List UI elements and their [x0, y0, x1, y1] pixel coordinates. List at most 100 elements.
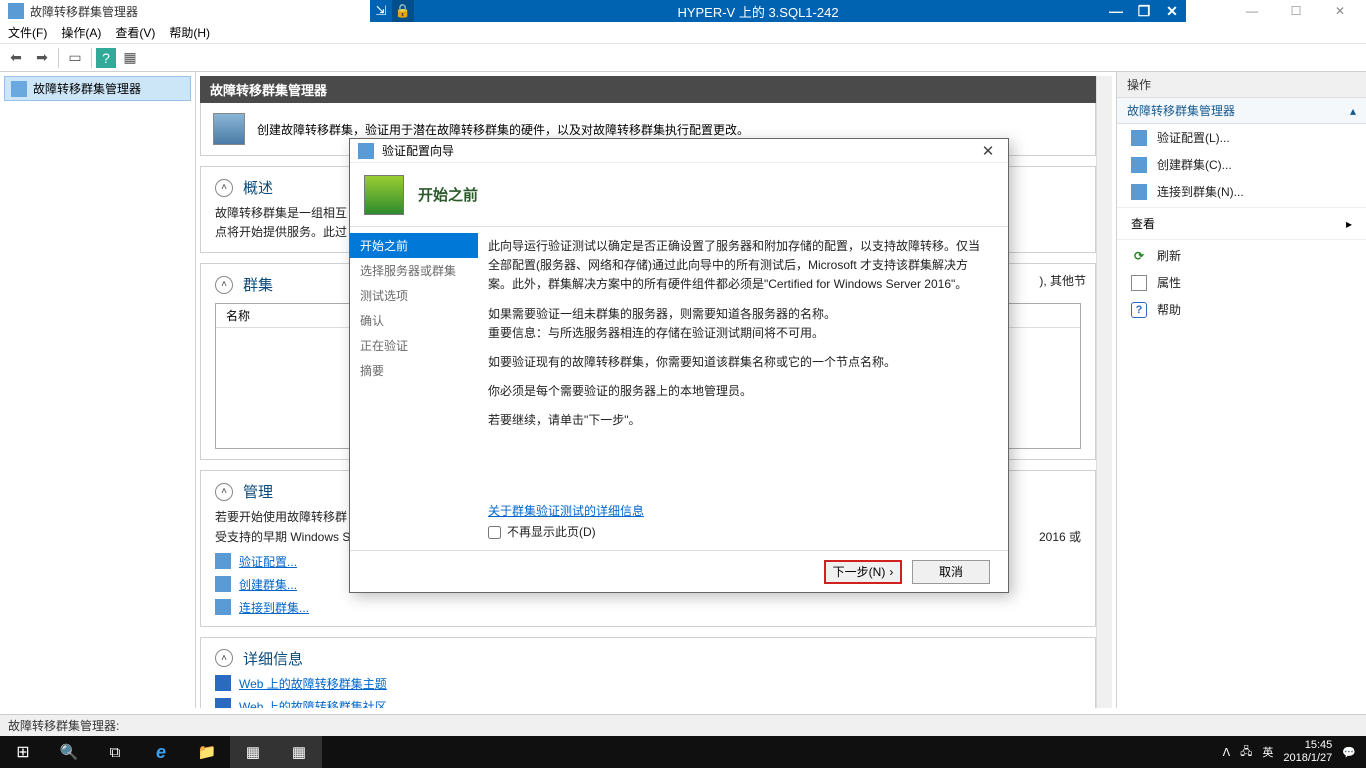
wizard-step-before[interactable]: 开始之前 [350, 233, 478, 258]
details-section: ˄ 详细信息 Web 上的故障转移群集主题 Web 上的故障转移群集社区 [200, 637, 1096, 708]
vm-max-button[interactable]: ❐ [1130, 3, 1158, 20]
action-view[interactable]: 查看▸ [1117, 210, 1366, 237]
outer-min-button[interactable]: — [1230, 4, 1274, 18]
tray-date: 2018/1/27 [1283, 752, 1332, 765]
outer-close-button[interactable]: ✕ [1318, 4, 1362, 18]
menu-help[interactable]: 帮助(H) [169, 24, 210, 41]
actions-subheader: 故障转移群集管理器 ▴ [1117, 98, 1366, 124]
action-connect[interactable]: 连接到群集(N)... [1117, 178, 1366, 205]
tray-up-icon[interactable]: ᐱ [1223, 746, 1231, 759]
taskbar: ⊞ 🔍 ⧉ e 📁 ▦ ▦ ᐱ 🖧 英 15:45 2018/1/27 💬 [0, 736, 1366, 768]
tree-root-item[interactable]: 故障转移群集管理器 [4, 76, 191, 101]
connect-icon [1131, 184, 1147, 200]
toolbar-separator [58, 48, 59, 68]
tray-network-icon[interactable]: 🖧 [1240, 743, 1252, 762]
taskbar-app2-button[interactable]: ▦ [276, 736, 322, 768]
validate-icon [1131, 130, 1147, 146]
wizard-banner-icon [364, 175, 404, 215]
wizard-p1: 此向导运行验证测试以确定是否正确设置了服务器和附加存储的配置，以支持故障转移。仅… [488, 237, 990, 295]
collapse-icon[interactable]: ˄ [215, 276, 233, 294]
tray-ime-indicator[interactable]: 英 [1262, 744, 1273, 760]
menu-action[interactable]: 操作(A) [61, 24, 101, 41]
toolbar-refresh-button[interactable]: ▦ [118, 46, 142, 70]
link-web-community[interactable]: Web 上的故障转移群集社区 [215, 698, 1081, 708]
link-connect-cluster[interactable]: 连接到群集... [215, 599, 1081, 616]
manage-tail: 2016 或 [1039, 528, 1081, 547]
content-scrollbar[interactable] [1096, 76, 1112, 708]
taskbar-search-button[interactable]: 🔍 [46, 736, 92, 768]
outer-max-button[interactable]: ☐ [1274, 4, 1318, 18]
action-validate[interactable]: 验证配置(L)... [1117, 124, 1366, 151]
vm-pin-icon[interactable]: ⇲ [370, 0, 392, 22]
link-web-community-label: Web 上的故障转移群集社区 [239, 698, 387, 708]
toolbar-forward-button[interactable]: ➡ [30, 46, 54, 70]
wizard-dont-show-checkbox[interactable] [488, 526, 501, 539]
action-properties-label: 属性 [1157, 274, 1181, 291]
wizard-more-link[interactable]: 关于群集验证测试的详细信息 [488, 504, 644, 518]
wizard-step-validating[interactable]: 正在验证 [350, 333, 478, 358]
action-help[interactable]: ?帮助 [1117, 296, 1366, 323]
taskbar-taskview-button[interactable]: ⧉ [92, 736, 138, 768]
chevron-right-icon: › [889, 565, 893, 579]
wizard-title: 验证配置向导 [382, 142, 454, 159]
vm-titlebar: 故障转移群集管理器 ⇲ 🔒 HYPER-V 上的 3.SQL1-242 — ❐ … [0, 0, 1186, 22]
vm-close-button[interactable]: ✕ [1158, 3, 1186, 20]
wizard-step-summary[interactable]: 摘要 [350, 358, 478, 383]
manage-line1: 若要开始使用故障转移群 [215, 510, 347, 524]
manage-title: 管理 [243, 481, 273, 502]
tree-pane: 故障转移群集管理器 [0, 72, 196, 708]
collapse-icon[interactable]: ˄ [215, 649, 233, 667]
vm-min-button[interactable]: — [1102, 3, 1130, 19]
taskbar-explorer-button[interactable]: 📁 [184, 736, 230, 768]
tray-notifications-icon[interactable]: 💬 [1342, 746, 1356, 759]
content-intro-text: 创建故障转移群集，验证用于潜在故障转移群集的硬件，以及对故障转移群集执行配置更改… [257, 121, 749, 138]
overview-title: 概述 [243, 177, 273, 198]
collapse-icon[interactable]: ˄ [215, 179, 233, 197]
tray-time: 15:45 [1283, 739, 1332, 752]
clusters-title: 群集 [243, 274, 273, 295]
menu-file[interactable]: 文件(F) [8, 24, 47, 41]
wizard-icon [358, 143, 374, 159]
help-icon: ? [1131, 302, 1147, 318]
app-icon [8, 3, 24, 19]
start-button[interactable]: ⊞ [0, 736, 46, 768]
validate-icon [215, 553, 231, 569]
wizard-step-options[interactable]: 测试选项 [350, 283, 478, 308]
content-header: 故障转移群集管理器 [200, 76, 1096, 103]
vm-lock-icon[interactable]: 🔒 [392, 0, 414, 22]
wizard-next-button[interactable]: 下一步(N)› [824, 560, 902, 584]
taskbar-ie-button[interactable]: e [138, 736, 184, 768]
manage-line2: 受支持的早期 Windows S [215, 530, 350, 544]
actions-collapse-icon[interactable]: ▴ [1350, 104, 1356, 118]
create-icon [1131, 157, 1147, 173]
tray-clock[interactable]: 15:45 2018/1/27 [1283, 739, 1332, 765]
taskbar-app1-button[interactable]: ▦ [230, 736, 276, 768]
wizard-p5: 若要继续，请单击"下一步"。 [488, 411, 990, 430]
cluster-icon [11, 81, 27, 97]
toolbar-panes-button[interactable]: ▭ [63, 46, 87, 70]
action-refresh[interactable]: ⟳刷新 [1117, 242, 1366, 269]
overview-line2: 点将开始提供服务。此过 [215, 225, 347, 239]
clusters-col-name: 名称 [226, 307, 250, 324]
wizard-close-button[interactable]: ✕ [976, 142, 1000, 160]
action-properties[interactable]: 属性 [1117, 269, 1366, 296]
collapse-icon[interactable]: ˄ [215, 483, 233, 501]
wizard-cancel-button[interactable]: 取消 [912, 560, 990, 584]
action-view-label: 查看 [1131, 215, 1155, 232]
vm-window-title: HYPER-V 上的 3.SQL1-242 [414, 2, 1102, 21]
actions-title: 操作 [1117, 72, 1366, 98]
wizard-nav: 开始之前 选择服务器或群集 测试选项 确认 正在验证 摘要 [350, 227, 478, 550]
toolbar-back-button[interactable]: ⬅ [4, 46, 28, 70]
overview-line1: 故障转移群集是一组相互 [215, 206, 347, 220]
toolbar-separator [91, 48, 92, 68]
system-tray: ᐱ 🖧 英 15:45 2018/1/27 💬 [1223, 739, 1366, 765]
wizard-step-select[interactable]: 选择服务器或群集 [350, 258, 478, 283]
action-create[interactable]: 创建群集(C)... [1117, 151, 1366, 178]
action-refresh-label: 刷新 [1157, 247, 1181, 264]
link-web-topics[interactable]: Web 上的故障转移群集主题 [215, 675, 1081, 692]
link-web-topics-label: Web 上的故障转移群集主题 [239, 675, 387, 692]
wizard-step-confirm[interactable]: 确认 [350, 308, 478, 333]
menu-view[interactable]: 查看(V) [115, 24, 155, 41]
tree-root-label: 故障转移群集管理器 [33, 80, 141, 97]
toolbar-help-button[interactable]: ? [96, 48, 116, 68]
